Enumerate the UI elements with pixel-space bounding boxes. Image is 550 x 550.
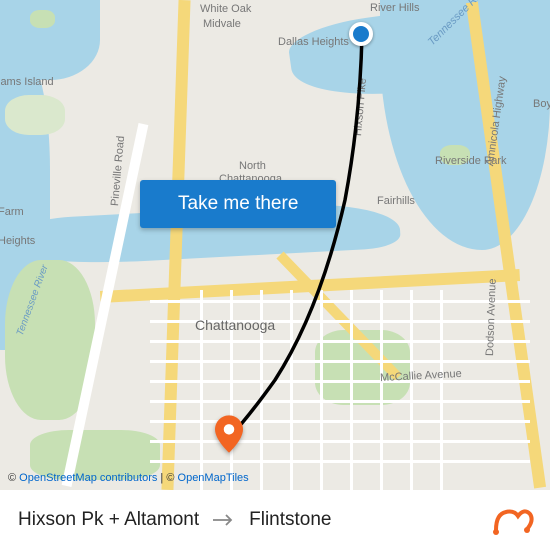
street [150, 440, 530, 443]
street [290, 290, 293, 490]
moovit-logo[interactable] [490, 502, 534, 538]
arrow-right-icon [213, 513, 235, 527]
place-label: Boy [533, 98, 550, 110]
destination-marker[interactable] [215, 415, 243, 453]
street [410, 290, 413, 490]
place-label: iams Island [0, 76, 54, 88]
street [150, 400, 530, 403]
origin-marker[interactable] [349, 22, 373, 46]
route-footer: Hixson Pk + Altamont Flintstone [0, 490, 550, 550]
place-label: Fairhills [377, 195, 415, 207]
street [150, 460, 530, 463]
road-label: Dodson Avenue [484, 278, 499, 356]
route-from-label: Hixson Pk + Altamont [18, 509, 199, 531]
street [380, 290, 383, 490]
place-label: Heights [0, 235, 35, 247]
place-label: Dallas Heights [278, 36, 349, 48]
street [440, 290, 443, 490]
attribution: © OpenStreetMap contributors | © OpenMap… [8, 472, 249, 484]
separator: | [160, 472, 163, 484]
openmaptiles-link[interactable]: OpenMapTiles [178, 472, 249, 484]
place-label: Farm [0, 206, 24, 218]
street [150, 340, 530, 343]
map-container[interactable]: White Oak Midvale River Hills Dallas Hei… [0, 0, 550, 490]
street [150, 360, 530, 363]
city-label: Chattanooga [195, 317, 275, 333]
route-to-label: Flintstone [249, 509, 331, 531]
copyright-symbol: © [8, 472, 16, 484]
street [350, 290, 353, 490]
copyright-symbol: © [166, 472, 174, 484]
street [320, 290, 323, 490]
park-shape [30, 10, 55, 28]
take-me-there-button[interactable]: Take me there [140, 180, 336, 228]
street [150, 420, 530, 423]
place-label: North [239, 160, 266, 172]
place-label: Riverside Park [435, 155, 507, 167]
place-label: White Oak [200, 3, 251, 15]
place-label: Midvale [203, 18, 241, 30]
osm-link[interactable]: OpenStreetMap contributors [19, 472, 157, 484]
street [150, 380, 530, 383]
park-shape [5, 95, 65, 135]
place-label: River Hills [370, 2, 420, 14]
street [150, 300, 530, 303]
